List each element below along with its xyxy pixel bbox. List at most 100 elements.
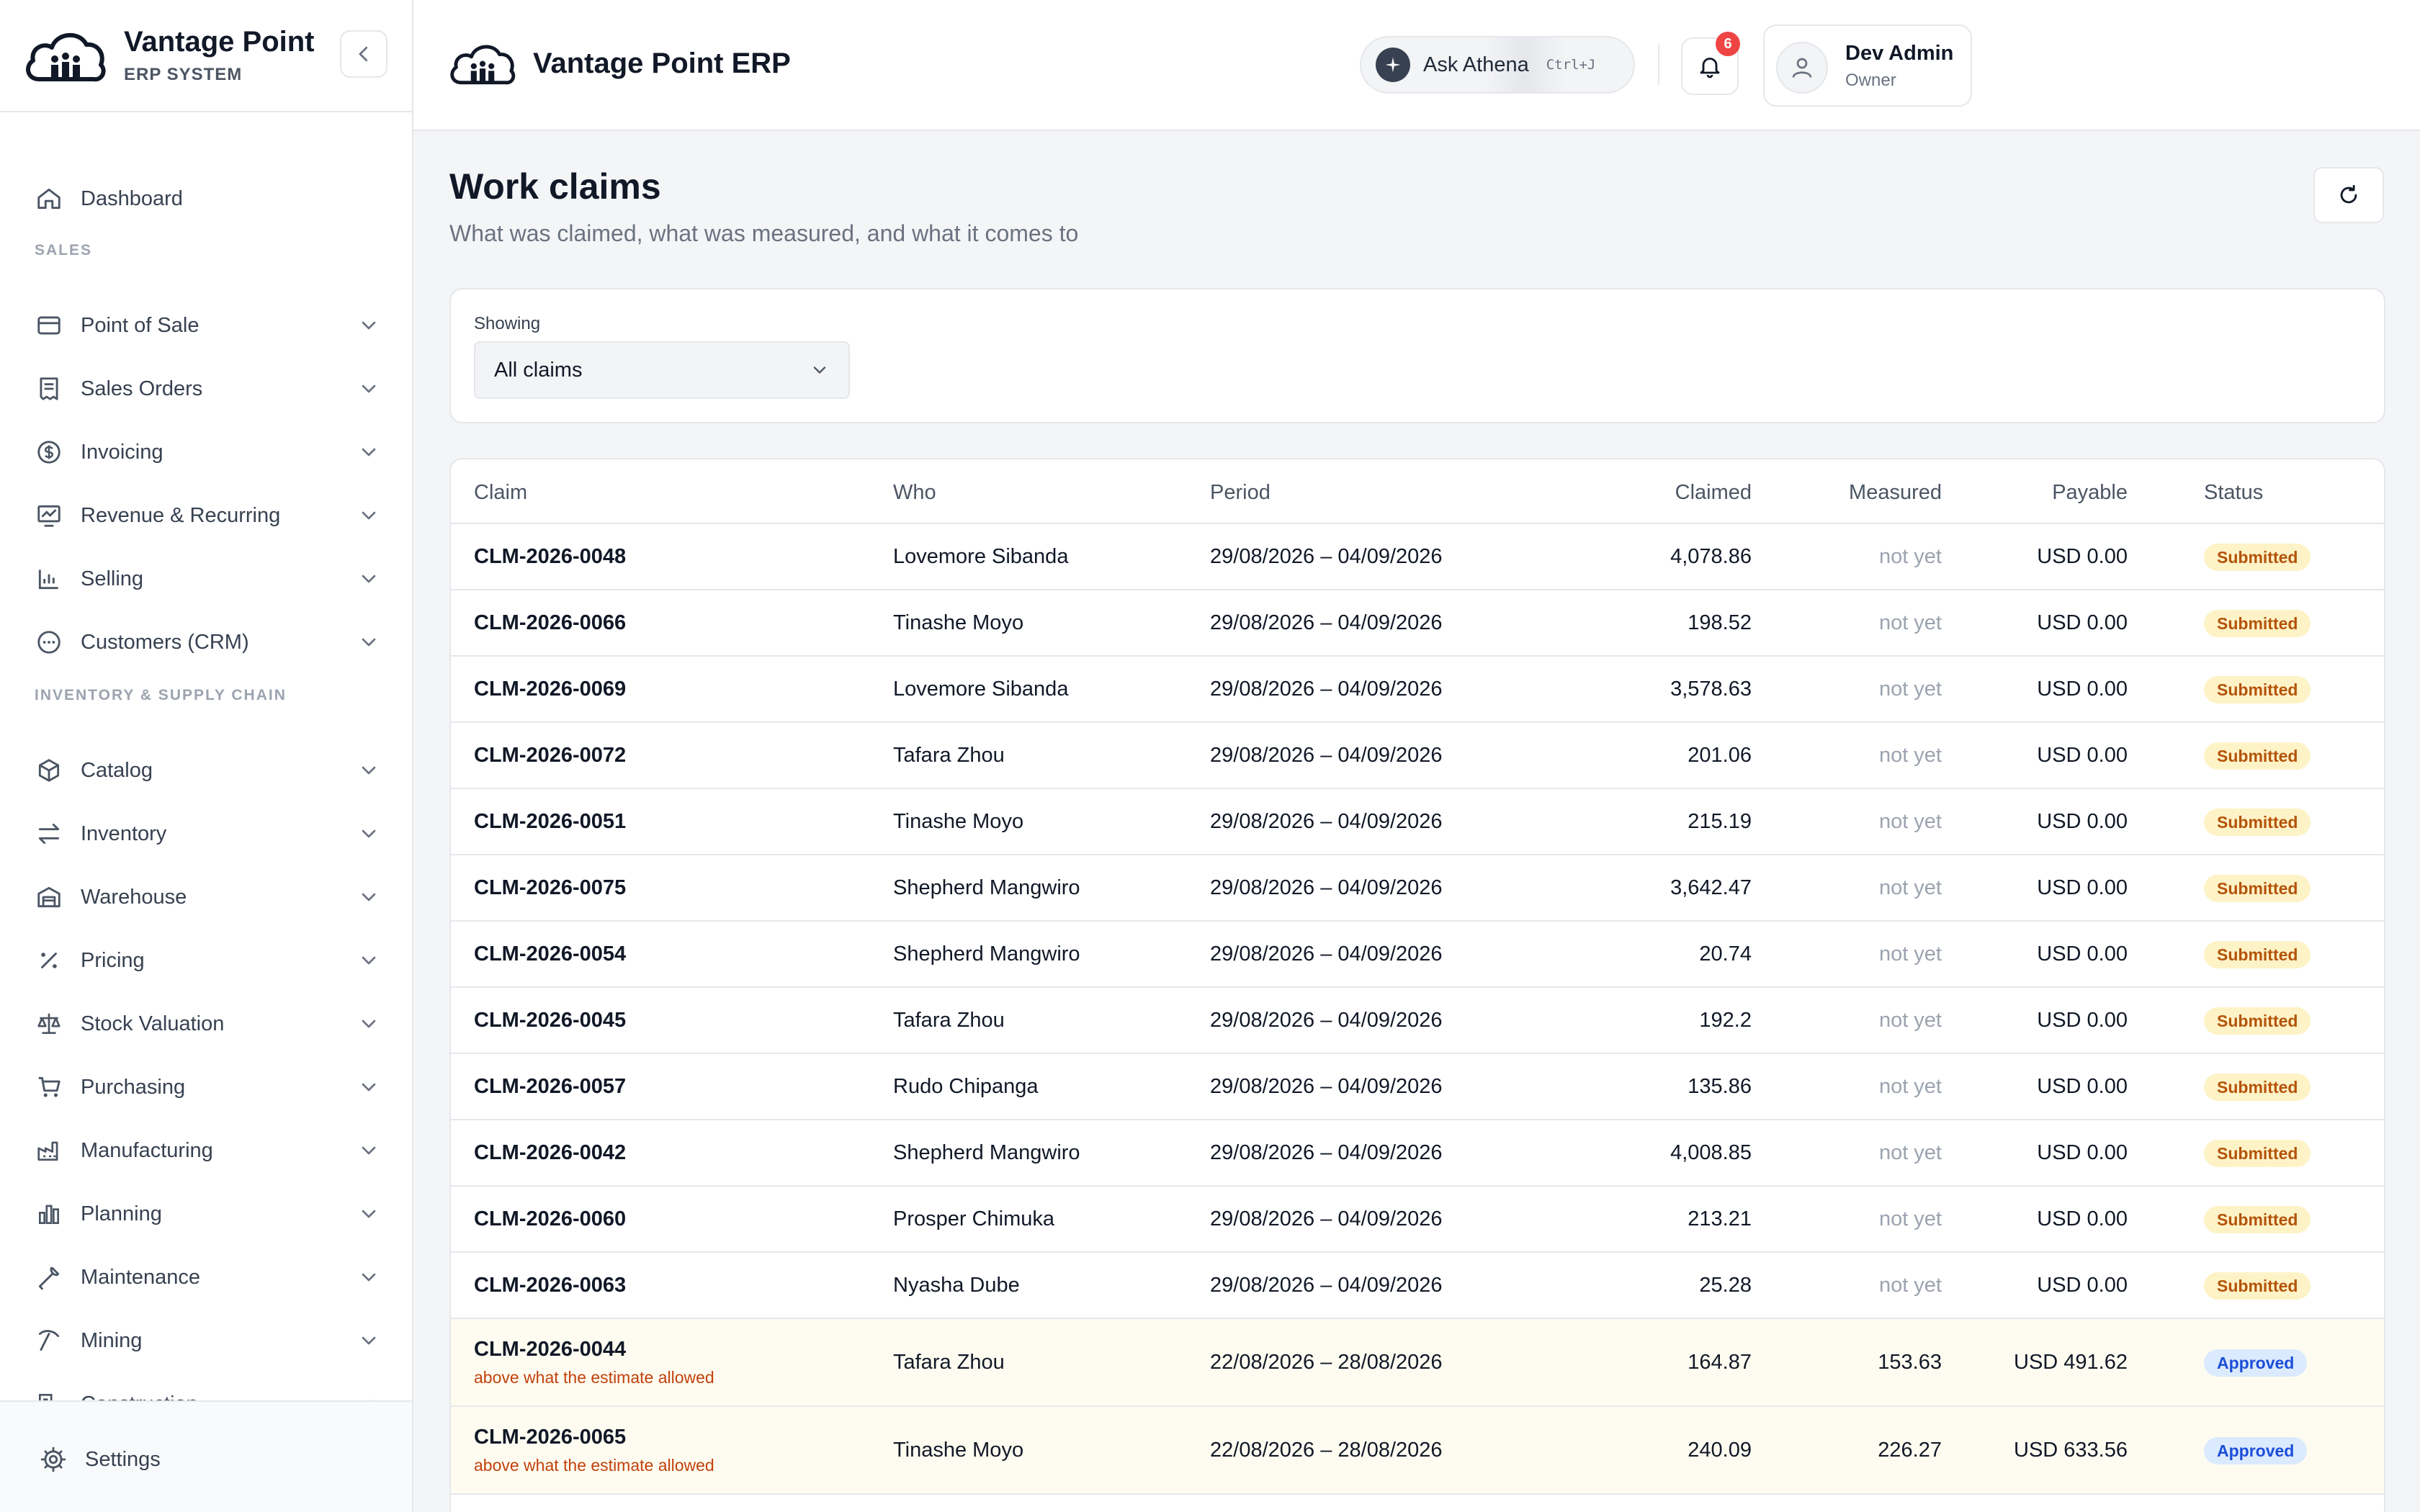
claim-id-link[interactable]: CLM-2026-0069 [474,678,626,701]
claim-id-link[interactable]: CLM-2026-0051 [474,810,626,834]
header-divider [1658,45,1659,85]
claim-id-link[interactable]: CLM-2026-0054 [474,942,626,966]
table-row[interactable]: CLM-2026-0045 Tafara Zhou 29/08/2026 – 04/… [451,988,2384,1054]
claim-period: 22/08/2026 – 28/08/2026 [1210,1351,1443,1374]
claim-payable: USD 0.00 [2037,611,2128,634]
warehouse-icon [35,883,63,912]
column-header-period[interactable]: Period [1210,481,1270,505]
claim-id-link[interactable]: CLM-2026-0066 [474,611,626,635]
sidebar-item-maintenance[interactable]: Maintenance [35,1256,380,1299]
sidebar-item-construction[interactable]: Construction [35,1382,380,1401]
chevron-down-icon [813,366,826,374]
chevron-down-icon [362,321,376,330]
sidebar-item-mining[interactable]: Mining [35,1319,380,1362]
column-header-who[interactable]: Who [893,481,936,505]
select-value: All claims [494,358,583,382]
filter-label: Showing [474,314,541,333]
sidebar-item-stock-valuation[interactable]: Stock Valuation [35,1002,380,1045]
claim-id-link[interactable]: CLM-2026-0042 [474,1141,626,1165]
table-row[interactable]: CLM-2026-0044 above what the estimate all… [451,1319,2384,1407]
sidebar-item-purchasing[interactable]: Purchasing [35,1066,380,1109]
table-row[interactable]: CLM-2026-0065 above what the estimate all… [451,1407,2384,1495]
claim-id-link[interactable]: CLM-2026-0075 [474,876,626,900]
sidebar: Vantage Point ERP SYSTEM Dashboard SALES… [0,0,413,1512]
avatar [1776,42,1828,94]
table-row[interactable]: CLM-2026-0042 Shepherd Mangwiro 29/08/2026… [451,1120,2384,1187]
claim-id-link[interactable]: CLM-2026-0065 [474,1426,626,1449]
sidebar-item-label: Planning [81,1202,162,1225]
chevron-down-icon [362,1083,376,1092]
table-row[interactable]: CLM-2026-0063 Nyasha Dube 29/08/2026 – 04/… [451,1253,2384,1319]
table-row[interactable]: CLM-2026-0048 Lovemore Sibanda 29/08/2026 … [451,524,2384,590]
claim-claimed: 215.19 [1688,810,1752,833]
sidebar-item-sales-orders[interactable]: Sales Orders [35,367,380,410]
column-header-claimed[interactable]: Claimed [1675,481,1752,505]
claim-measured: not yet [1878,942,1942,966]
table-row[interactable]: CLM-2026-0066 Tinashe Moyo 29/08/2026 – 04… [451,590,2384,657]
chevron-down-icon [362,893,376,901]
claim-id-link[interactable]: CLM-2026-0048 [474,545,626,569]
claim-period: 29/08/2026 – 04/09/2026 [1210,611,1443,634]
table-row[interactable]: CLM-2026-0072 Tafara Zhou 29/08/2026 – 04/… [451,723,2384,789]
table-row[interactable]: CLM-2026-0051 Tinashe Moyo 29/08/2026 – 04… [451,789,2384,855]
claim-payable: USD 491.62 [2014,1351,2128,1374]
sidebar-item-planning[interactable]: Planning [35,1192,380,1236]
column-header-measured[interactable]: Measured [1849,481,1942,505]
claim-claimed: 4,078.86 [1670,545,1752,568]
sidebar-item-invoicing[interactable]: Invoicing [35,431,380,474]
table-row[interactable]: CLM-2026-0060 Prosper Chimuka 29/08/2026 –… [451,1187,2384,1253]
table-row[interactable]: CLM-2026-0069 Lovemore Sibanda 29/08/2026 … [451,657,2384,723]
claim-id-link[interactable]: CLM-2026-0063 [474,1274,626,1297]
table-row[interactable]: CLM-2026-0075 Shepherd Mangwiro 29/08/2026… [451,855,2384,922]
claim-period: 29/08/2026 – 04/09/2026 [1210,810,1443,833]
sidebar-item-catalog[interactable]: Catalog [35,749,380,792]
ask-athena-label: Ask Athena [1423,53,1529,76]
column-header-payable[interactable]: Payable [2052,481,2128,505]
sidebar-item-label: Inventory [81,822,167,845]
sidebar-item-pricing[interactable]: Pricing [35,939,380,982]
chevron-down-icon [362,511,376,520]
sidebar-item-warehouse[interactable]: Warehouse [35,876,380,919]
column-header-claim[interactable]: Claim [474,481,527,505]
sidebar-item-label: Warehouse [81,885,187,909]
sidebar-item-point-of-sale[interactable]: Point of Sale [35,304,380,347]
refresh-button[interactable] [2313,167,2384,223]
claim-measured: not yet [1878,611,1942,634]
sidebar-item-revenue-recurring[interactable]: Revenue & Recurring [35,494,380,537]
claim-id-link[interactable]: CLM-2026-0044 [474,1338,626,1362]
sidebar-item-label: Mining [81,1328,143,1352]
home-icon [35,184,63,213]
claim-claimed: 201.06 [1688,744,1752,767]
claim-measured: not yet [1878,1274,1942,1297]
chevron-down-icon [362,1146,376,1155]
user-role: Owner [1845,71,1896,90]
ask-athena-button[interactable]: Ask Athena Ctrl+J [1360,36,1635,94]
status-badge: Submitted [2204,1007,2311,1035]
collapse-sidebar-button[interactable] [340,30,387,78]
sidebar-item-customers-crm[interactable]: Customers (CRM) [35,621,380,664]
sidebar-item-selling[interactable]: Selling [35,557,380,600]
claim-id-link[interactable]: CLM-2026-0045 [474,1009,626,1032]
chevron-down-icon [362,575,376,583]
claim-id-link[interactable]: CLM-2026-0057 [474,1075,626,1099]
sidebar-item-label: Invoicing [81,440,163,464]
sidebar-item-settings[interactable]: Settings [39,1438,161,1481]
sidebar-item-label: Sales Orders [81,377,203,400]
sidebar-item-dashboard[interactable]: Dashboard [35,177,380,220]
section-sales: SALES [35,242,93,258]
dollar-circle-icon [35,438,63,467]
sidebar-item-label: Manufacturing [81,1138,213,1162]
claim-id-link[interactable]: CLM-2026-0060 [474,1207,626,1231]
claim-measured: not yet [1878,1075,1942,1098]
claims-filter-select[interactable]: All claims [474,341,850,399]
sidebar-item-manufacturing[interactable]: Manufacturing [35,1129,380,1172]
building-icon [35,1390,63,1401]
claim-id-link[interactable]: CLM-2026-0072 [474,744,626,768]
claim-claimed: 192.2 [1699,1009,1752,1032]
table-row[interactable]: CLM-2026-0057 Rudo Chipanga 29/08/2026 – 0… [451,1054,2384,1120]
sidebar-item-inventory[interactable]: Inventory [35,812,380,855]
table-row[interactable]: CLM-2026-0054 Shepherd Mangwiro 29/08/2026… [451,922,2384,988]
status-badge: Approved [2204,1437,2308,1464]
user-menu-button[interactable]: Dev Admin Owner [1763,24,1972,107]
column-header-status[interactable]: Status [2204,481,2263,505]
